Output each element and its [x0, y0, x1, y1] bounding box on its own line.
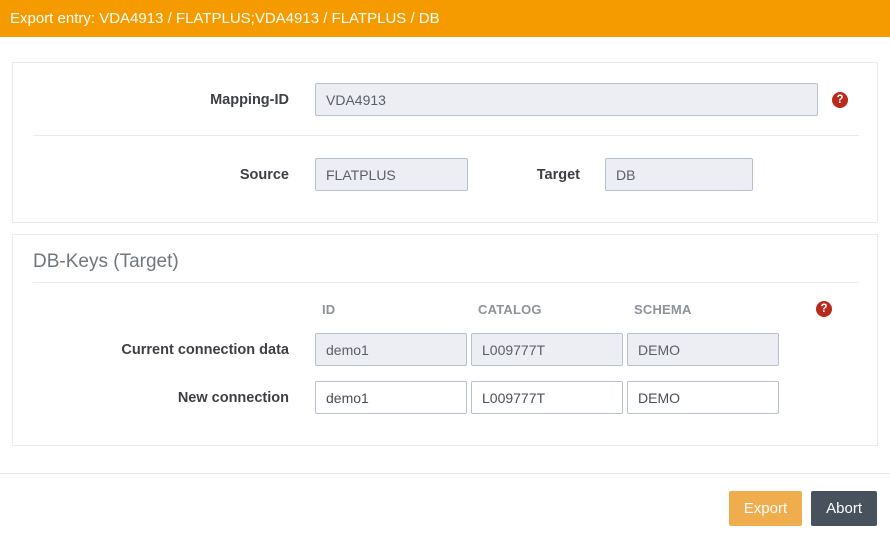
new-connection-schema-field[interactable]: [627, 381, 779, 414]
source-field[interactable]: [315, 158, 468, 191]
footer-button-bar: Export Abort: [0, 474, 890, 526]
current-connection-id-field[interactable]: [315, 333, 467, 366]
source-label: Source: [239, 166, 289, 183]
mapping-id-label: Mapping-ID: [210, 91, 289, 108]
mapping-id-row: Mapping-ID ?: [13, 83, 877, 116]
mapping-id-field[interactable]: [315, 83, 818, 116]
target-label: Target: [536, 166, 580, 183]
panel-divider: [33, 282, 859, 283]
current-connection-catalog-field[interactable]: [471, 333, 623, 366]
db-keys-column-headers: ID CATALOG SCHEMA ?: [13, 301, 877, 317]
help-question-icon[interactable]: ?: [832, 91, 848, 108]
new-connection-id-field[interactable]: [315, 381, 467, 414]
column-header-catalog: CATALOG: [478, 301, 542, 317]
current-connection-label: Current connection data: [121, 341, 289, 358]
column-header-schema: SCHEMA: [634, 301, 692, 317]
table-row-new-connection: New connection: [13, 381, 877, 414]
mapping-panel: Mapping-ID ? Source Target: [12, 62, 878, 223]
db-keys-panel: DB-Keys (Target) ID CATALOG SCHEMA ? Cur…: [12, 234, 878, 446]
source-target-row: Source Target: [13, 158, 877, 191]
export-button[interactable]: Export: [728, 491, 803, 526]
page-title: Export entry: VDA4913 / FLATPLUS;VDA4913…: [10, 10, 440, 27]
table-row-current-connection: Current connection data: [13, 333, 877, 366]
db-keys-panel-title: DB-Keys (Target): [33, 251, 179, 272]
target-field[interactable]: [605, 158, 753, 191]
help-question-icon[interactable]: ?: [816, 301, 832, 317]
current-connection-schema-field[interactable]: [627, 333, 779, 366]
new-connection-catalog-field[interactable]: [471, 381, 623, 414]
column-header-id: ID: [322, 301, 336, 317]
abort-button[interactable]: Abort: [811, 491, 877, 526]
panel-divider: [33, 135, 859, 136]
new-connection-label: New connection: [177, 389, 289, 406]
window-title-bar: Export entry: VDA4913 / FLATPLUS;VDA4913…: [0, 0, 890, 37]
